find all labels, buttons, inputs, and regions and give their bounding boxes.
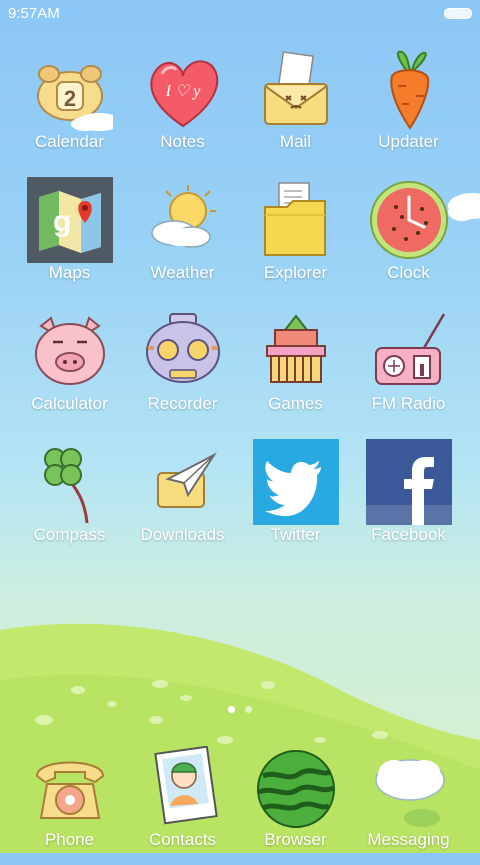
notes-icon: I ♡ y	[140, 46, 226, 132]
app-label: Contacts	[148, 830, 217, 849]
messaging-icon	[366, 746, 452, 832]
app-mail[interactable]: Mail	[239, 40, 352, 165]
weather-icon	[140, 177, 226, 263]
app-label: Browser	[264, 830, 327, 849]
app-messaging[interactable]: Messaging	[352, 740, 465, 865]
app-label: Phone	[44, 830, 95, 849]
phone-icon	[27, 746, 113, 832]
svg-text:I ♡ y: I ♡ y	[164, 83, 201, 100]
app-weather[interactable]: Weather	[126, 171, 239, 296]
status-time: 9:57AM	[8, 5, 60, 22]
app-facebook[interactable]: Facebook	[352, 433, 465, 558]
mail-icon	[253, 46, 339, 132]
maps-icon: g	[26, 177, 113, 263]
app-label: Updater	[378, 132, 439, 151]
app-calendar[interactable]: 2 Calendar	[13, 40, 126, 165]
app-label: Clock	[387, 263, 430, 282]
app-updater[interactable]: Updater	[352, 40, 465, 165]
app-label: Messaging	[367, 830, 450, 849]
twitter-icon	[252, 439, 339, 525]
app-maps[interactable]: g Maps	[13, 171, 126, 296]
battery-icon	[444, 8, 472, 19]
app-twitter[interactable]: Twitter	[239, 433, 352, 558]
app-label: Maps	[48, 263, 91, 282]
app-label: Mail	[279, 132, 312, 151]
page-indicator	[0, 700, 480, 718]
app-label: Explorer	[263, 263, 328, 282]
app-downloads[interactable]: Downloads	[126, 433, 239, 558]
status-bar: 9:57AM	[0, 0, 480, 28]
app-label: Facebook	[371, 525, 446, 544]
app-notes[interactable]: I ♡ y Notes	[126, 40, 239, 165]
app-label: Games	[268, 394, 323, 413]
app-label: Recorder	[147, 394, 218, 413]
downloads-icon	[140, 439, 226, 525]
app-compass[interactable]: Compass	[13, 433, 126, 558]
clock-icon	[366, 177, 452, 263]
svg-text:g: g	[53, 205, 71, 238]
recorder-icon	[140, 308, 226, 394]
updater-icon	[366, 46, 452, 132]
svg-text:2: 2	[63, 86, 75, 111]
app-label: Weather	[150, 263, 215, 282]
browser-icon	[253, 746, 339, 832]
cloud-decoration	[448, 193, 480, 221]
app-phone[interactable]: Phone	[13, 740, 126, 865]
app-label: FM Radio	[371, 394, 446, 413]
contacts-icon	[140, 746, 226, 832]
app-explorer[interactable]: Explorer	[239, 171, 352, 296]
app-games[interactable]: Games	[239, 302, 352, 427]
app-label: Twitter	[270, 525, 321, 544]
facebook-icon	[365, 439, 452, 525]
app-label: Calculator	[31, 394, 108, 413]
games-icon	[253, 308, 339, 394]
app-label: Notes	[160, 132, 205, 151]
calendar-icon: 2	[27, 46, 113, 132]
app-label: Downloads	[140, 525, 225, 544]
explorer-icon	[253, 177, 339, 263]
app-label: Calendar	[35, 132, 104, 151]
app-label: Compass	[33, 525, 106, 544]
page-dot[interactable]	[245, 706, 252, 713]
compass-icon	[27, 439, 113, 525]
app-recorder[interactable]: Recorder	[126, 302, 239, 427]
app-fm-radio[interactable]: FM Radio	[352, 302, 465, 427]
page-dot-active[interactable]	[228, 706, 235, 713]
fm-radio-icon	[366, 308, 452, 394]
calculator-icon	[27, 308, 113, 394]
app-calculator[interactable]: Calculator	[13, 302, 126, 427]
app-browser[interactable]: Browser	[239, 740, 352, 865]
app-contacts[interactable]: Contacts	[126, 740, 239, 865]
